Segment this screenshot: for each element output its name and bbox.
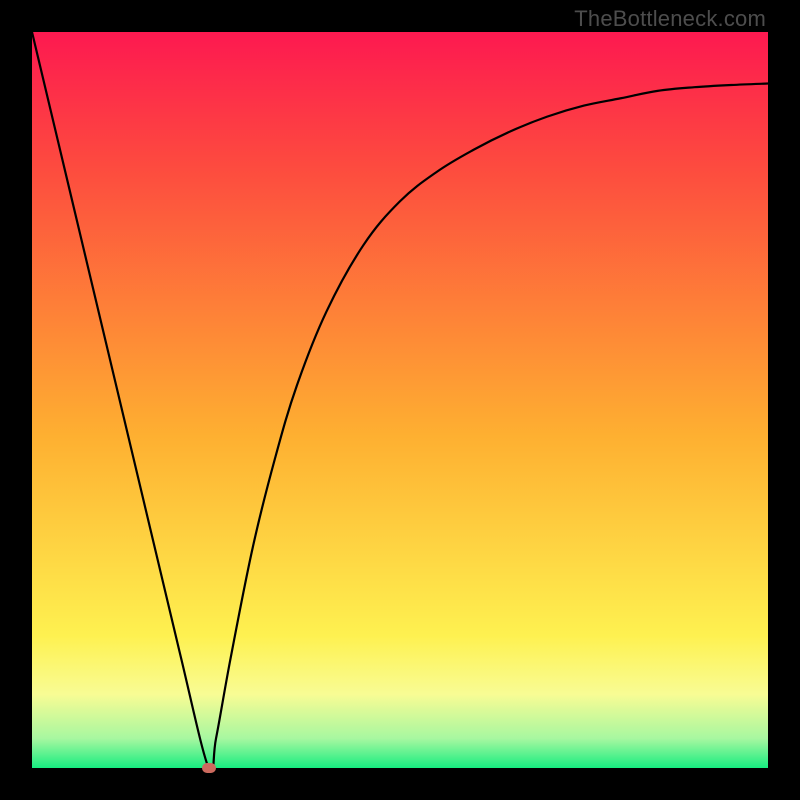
watermark-text: TheBottleneck.com	[574, 6, 766, 32]
optimal-point-marker	[202, 763, 216, 773]
chart-frame	[32, 32, 768, 768]
gradient-background	[32, 32, 768, 768]
chart-svg	[32, 32, 768, 768]
